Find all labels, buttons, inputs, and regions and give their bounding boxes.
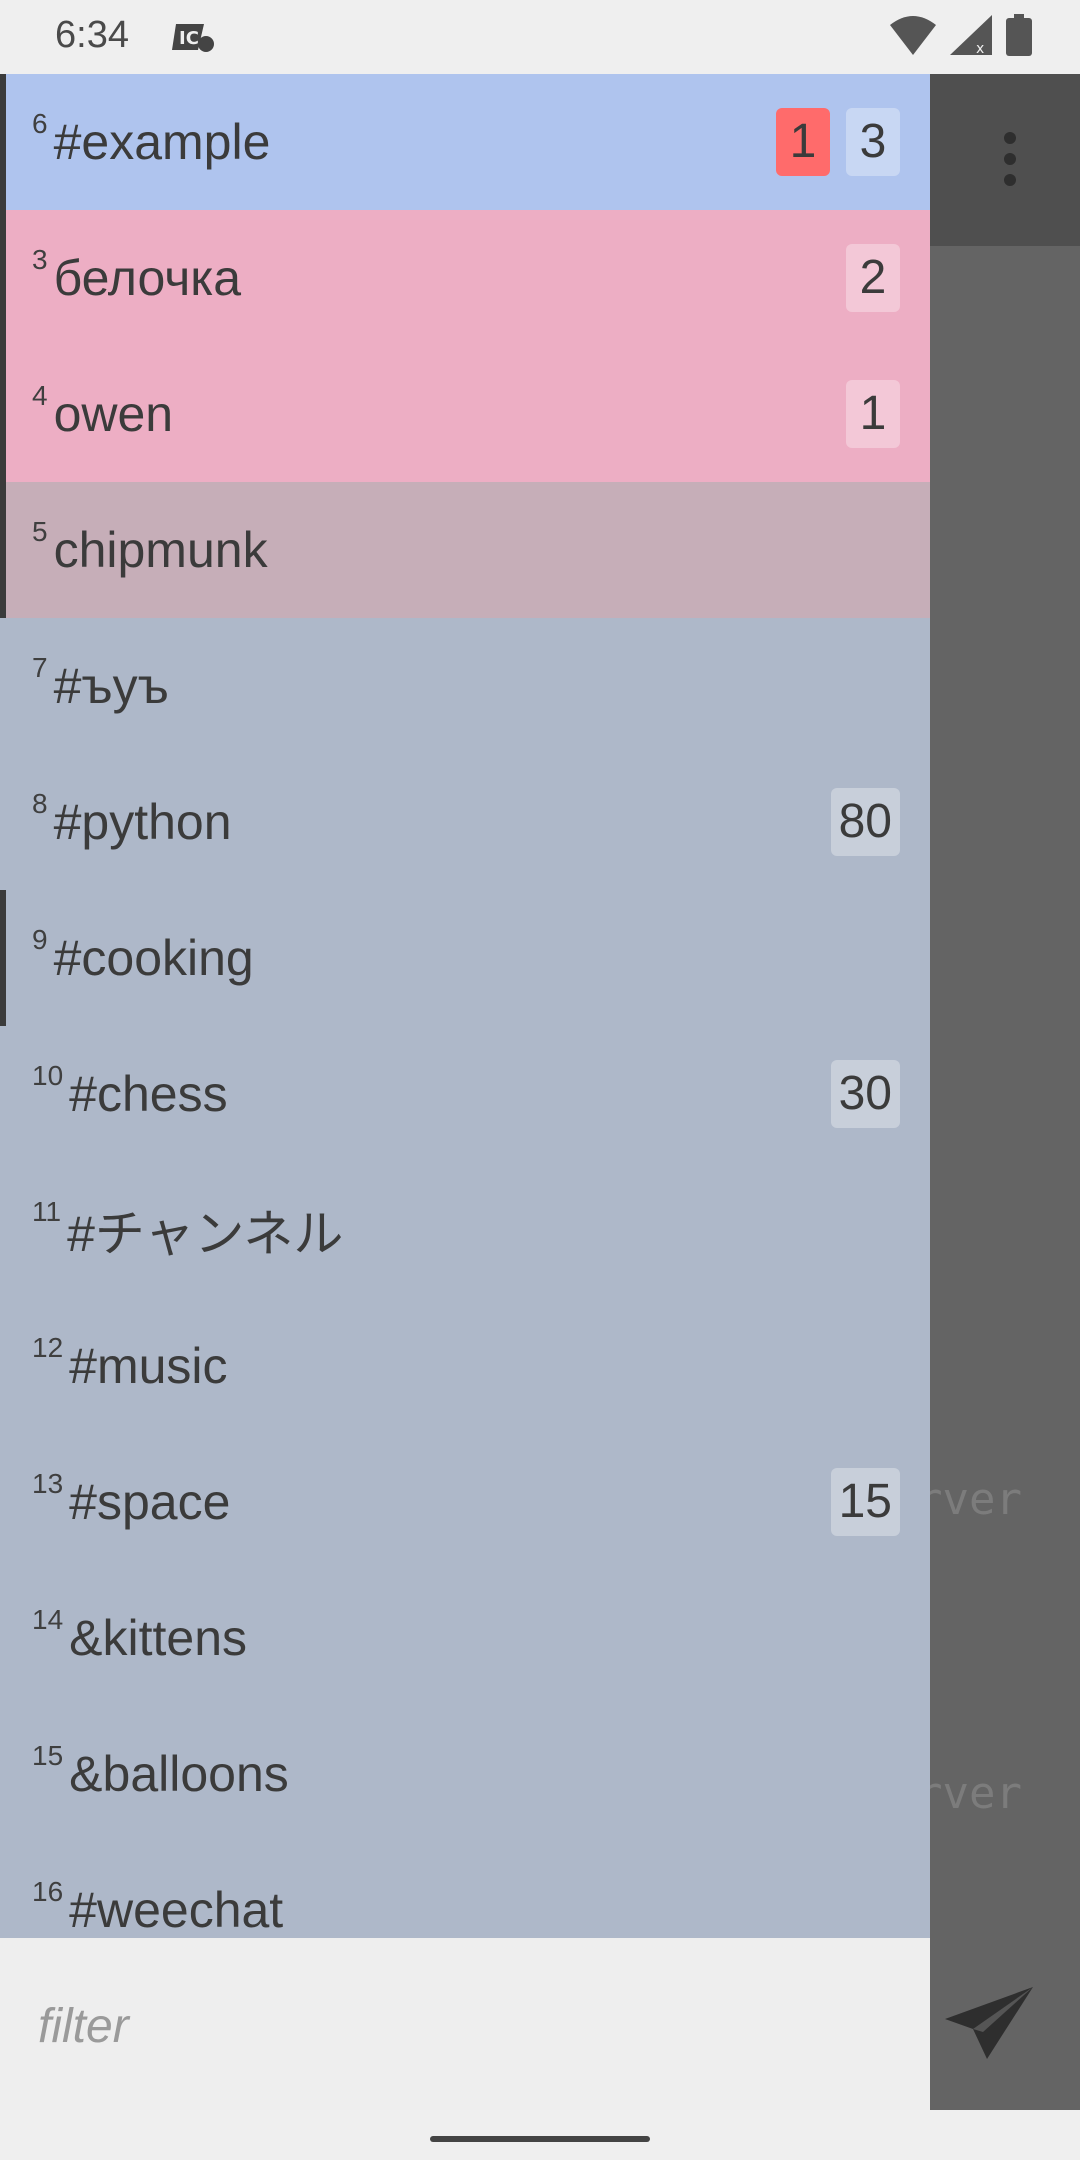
background-chat-area: rver rver [916,246,1080,1938]
buffer-item-music[interactable]: 12 #music [0,1298,930,1434]
buffer-name: chipmunk [53,522,268,578]
buffer-name: #チャンネル [67,1206,344,1262]
buffer-name: #ъуъ [53,658,169,714]
buffer-name: #example [53,114,271,170]
buffer-number: 12 [32,1332,64,1363]
buffer-item-space[interactable]: 13 #space 15 [0,1434,930,1570]
unread-count-badge: 2 [846,244,900,312]
unread-count-badge: 30 [830,1060,900,1128]
overflow-menu-icon[interactable] [1000,130,1020,190]
buffer-number: 5 [32,516,48,547]
buffer-item-example[interactable]: 6 #example 1 3 [0,74,930,210]
buffer-item-cooking[interactable]: 9 #cooking [0,890,930,1026]
buffer-item-chess[interactable]: 10 #chess 30 [0,1026,930,1162]
buffer-item-belochka[interactable]: 3 белочка 2 [0,210,930,346]
app-notification-icon: IC [170,20,216,59]
buffer-number: 6 [32,108,48,139]
unread-count-badge: 15 [830,1468,900,1536]
battery-icon [1006,14,1032,61]
buffer-name: #cooking [53,930,254,986]
navigation-bar [0,2110,1080,2160]
buffer-item-chipmunk[interactable]: 5 chipmunk [0,482,930,618]
buffer-name: &balloons [69,1746,289,1802]
svg-text:IC: IC [179,28,199,49]
buffer-number: 16 [32,1876,64,1907]
buffer-number: 7 [32,652,48,683]
buffer-name: #python [53,794,232,850]
status-time: 6:34 [55,14,129,56]
buffer-number: 3 [32,244,48,275]
buffer-number: 4 [32,380,48,411]
background-text: rver [916,1768,1022,1819]
buffer-item-owen[interactable]: 4 owen 1 [0,346,930,482]
buffer-number: 14 [32,1604,64,1635]
buffer-list-drawer: 6 #example 1 3 3 белочка 2 4 owen 1 5 ch… [0,74,930,1938]
filter-bar [0,1938,930,2110]
buffer-item-kittens[interactable]: 14 &kittens [0,1570,930,1706]
filter-input[interactable] [36,1990,900,2062]
buffer-name: owen [53,386,174,442]
send-icon[interactable] [943,1985,1035,2066]
unread-count-badge: 1 [846,380,900,448]
buffer-name: #weechat [69,1882,284,1938]
buffer-item-channel[interactable]: 11 #チャンネル [0,1162,930,1298]
buffer-name: &kittens [69,1610,248,1666]
buffer-number: 11 [32,1196,62,1227]
buffer-name: #music [69,1338,228,1394]
buffer-number: 8 [32,788,48,819]
buffer-item-balloons[interactable]: 15 &balloons [0,1706,930,1842]
svg-text:x: x [976,41,984,55]
background-text: rver [916,1474,1022,1525]
cell-signal-icon: x [950,15,992,60]
highlight-count-badge: 1 [776,108,830,176]
wifi-icon [890,15,936,60]
buffer-name: белочка [53,250,242,306]
buffer-number: 15 [32,1740,64,1771]
buffer-item-weechat[interactable]: 16 #weechat [0,1842,930,1938]
unread-count-badge: 80 [830,788,900,856]
buffer-name: #chess [69,1066,228,1122]
home-gesture-handle[interactable] [430,2136,650,2142]
unread-count-badge: 3 [846,108,900,176]
buffer-number: 10 [32,1060,64,1091]
buffer-item-yuy[interactable]: 7 #ъуъ [0,618,930,754]
status-bar: 6:34 IC x [0,0,1080,74]
buffer-number: 13 [32,1468,64,1499]
buffer-name: #space [69,1474,231,1530]
buffer-item-python[interactable]: 8 #python 80 [0,754,930,890]
buffer-number: 9 [32,924,48,955]
